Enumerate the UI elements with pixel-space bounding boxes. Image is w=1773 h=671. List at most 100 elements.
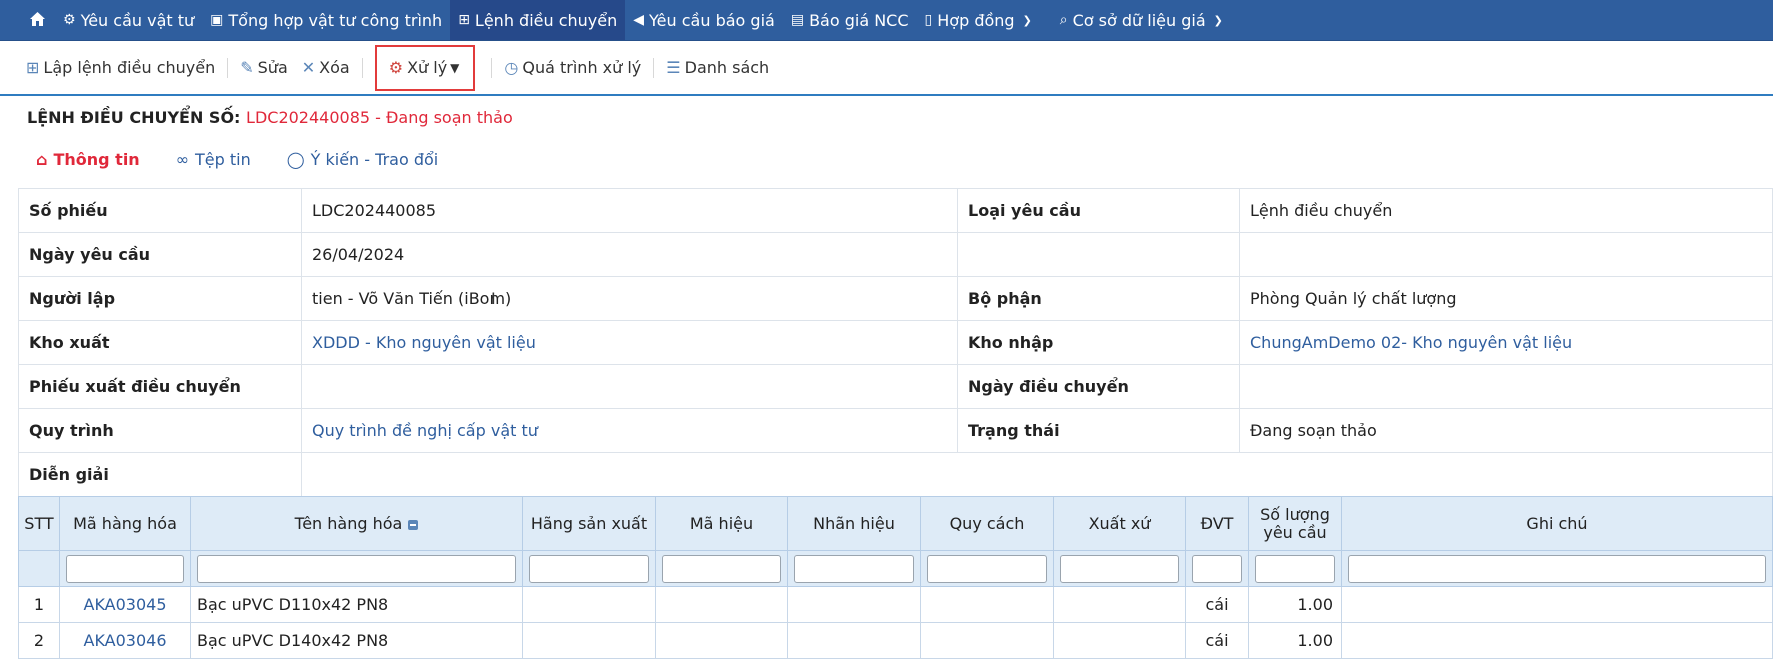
filter-cell xyxy=(1248,550,1342,587)
col-ghi-chu[interactable]: Ghi chú xyxy=(1341,496,1773,551)
tab-files[interactable]: ∞ Tệp tin xyxy=(176,150,251,169)
filter-ma-hieu-input[interactable] xyxy=(662,554,781,583)
nguoi-lap-label: Người lập xyxy=(18,276,302,321)
table-row[interactable]: 1 AKA03045 Bạc uPVC D110x42 PN8 cái 1.00 xyxy=(18,586,1773,623)
ngay-yeu-cau-value: 26/04/2024 xyxy=(301,232,958,277)
col-xuat-xu[interactable]: Xuất xứ xyxy=(1053,496,1186,551)
dien-giai-label: Diễn giải xyxy=(18,452,302,497)
cell-ma-hang-link[interactable]: AKA03045 xyxy=(59,586,191,623)
history-label: Quá trình xử lý xyxy=(522,58,642,77)
filter-ten-hang-input[interactable] xyxy=(197,554,516,583)
col-ma-hieu[interactable]: Mã hiệu xyxy=(655,496,788,551)
filter-dvt-input[interactable] xyxy=(1192,554,1242,583)
quy-trinh-link[interactable]: Quy trình đề nghị cấp vật tư xyxy=(301,408,958,453)
col-so-luong[interactable]: Số lượng yêu cầu xyxy=(1248,496,1342,551)
nav-label: Cơ sở dữ liệu giá xyxy=(1072,10,1206,30)
col-ten-hang-label: Tên hàng hóa xyxy=(294,514,403,533)
tab-comments[interactable]: ◯ Ý kiến - Trao đổi xyxy=(287,150,438,169)
history-button[interactable]: ◷ Quá trình xử lý xyxy=(504,54,641,82)
cell-ten-hang: Bạc uPVC D140x42 PN8 xyxy=(190,622,523,659)
plus-square-icon: ⊞ xyxy=(26,58,40,77)
col-quy-cach[interactable]: Quy cách xyxy=(920,496,1054,551)
nav-co-so-du-lieu-gia[interactable]: ⌕ Cơ sở dữ liệu giá ❯ xyxy=(1040,0,1231,40)
filter-cell xyxy=(920,550,1054,587)
nav-label: Yêu cầu vật tư xyxy=(80,10,195,30)
info-row: Số phiếu LDC202440085 Loại yêu cầu Lệnh … xyxy=(18,188,1773,233)
filter-cell xyxy=(1341,550,1773,587)
sitemap-icon: ⊞ xyxy=(458,12,470,28)
tab-info[interactable]: ⌂ Thông tin xyxy=(36,150,140,169)
filter-row xyxy=(18,550,1773,587)
list-icon: ☰ xyxy=(666,58,681,77)
nav-yeu-cau-vat-tu[interactable]: ⚙ Yêu cầu vật tư xyxy=(55,0,202,40)
filter-nhan-hieu-input[interactable] xyxy=(794,554,914,583)
collapse-icon[interactable] xyxy=(408,519,419,530)
trang-thai-label: Trạng thái xyxy=(957,408,1240,453)
delete-button[interactable]: ✕ Xóa xyxy=(302,54,350,82)
filter-xuat-xu-input[interactable] xyxy=(1060,554,1179,583)
bo-phan-label: Bộ phận xyxy=(957,276,1240,321)
picture-icon: ▣ xyxy=(210,12,224,28)
process-dropdown-button[interactable]: ⚙ Xử lý ▼ xyxy=(374,44,476,91)
cell-ghi-chu xyxy=(1341,622,1773,659)
filter-ghi-chu-input[interactable] xyxy=(1348,554,1766,583)
cell-ma-hieu xyxy=(655,586,788,623)
list-label: Danh sách xyxy=(684,58,770,77)
home-icon xyxy=(30,11,45,30)
search-doc-icon: ⌕ xyxy=(1059,12,1068,28)
filter-quy-cach-input[interactable] xyxy=(927,554,1047,583)
col-hang-sx[interactable]: Hãng sản xuất xyxy=(522,496,656,551)
filter-so-luong-input[interactable] xyxy=(1255,554,1335,583)
table-row[interactable]: 2 AKA03046 Bạc uPVC D140x42 PN8 cái 1.00 xyxy=(18,622,1773,659)
gear-user-icon: ⚙ xyxy=(63,12,76,28)
cell-xuat-xu xyxy=(1053,622,1186,659)
cell-xuat-xu xyxy=(1053,586,1186,623)
filter-ma-hang-input[interactable] xyxy=(66,554,184,583)
list-button[interactable]: ☰ Danh sách xyxy=(666,54,769,82)
kho-nhap-link[interactable]: ChungAmDemo 02- Kho nguyên vật liệu xyxy=(1239,320,1773,365)
divider xyxy=(491,57,493,78)
nav-home[interactable] xyxy=(0,0,55,40)
tab-comments-label: Ý kiến - Trao đổi xyxy=(310,150,439,169)
nav-tong-hop-vat-tu[interactable]: ▣ Tổng hợp vật tư công trình xyxy=(202,0,450,40)
cell-nhan-hieu xyxy=(787,586,921,623)
so-phieu-value: LDC202440085 xyxy=(301,188,958,233)
delete-label: Xóa xyxy=(319,58,350,77)
top-nav: ⚙ Yêu cầu vật tư ▣ Tổng hợp vật tư công … xyxy=(0,0,1773,41)
create-transfer-button[interactable]: ⊞ Lập lệnh điều chuyển xyxy=(26,54,215,82)
cell-ghi-chu xyxy=(1341,586,1773,623)
cell-ma-hang-link[interactable]: AKA03046 xyxy=(59,622,191,659)
loai-yeu-cau-label: Loại yêu cầu xyxy=(957,188,1240,233)
info-row: Người lập tien - Võ Văn Tiến (iBom) Bộ p… xyxy=(18,276,1773,321)
filter-cell xyxy=(59,550,191,587)
header-row: STT Mã hàng hóa Tên hàng hóa Hãng sản xu… xyxy=(18,496,1773,551)
info-row: Kho xuất XDDD - Kho nguyên vật liệu Kho … xyxy=(18,320,1773,365)
phieu-xuat-value xyxy=(301,364,958,409)
link-icon: ∞ xyxy=(175,150,190,169)
nav-yeu-cau-bao-gia[interactable]: ◀ Yêu cầu báo giá xyxy=(625,0,783,40)
divider xyxy=(361,57,363,78)
nav-lenh-dieu-chuyen[interactable]: ⊞ Lệnh điều chuyển xyxy=(450,0,626,40)
kho-xuat-link[interactable]: XDDD - Kho nguyên vật liệu xyxy=(301,320,958,365)
nguoi-lap-value: tien - Võ Văn Tiến (iBom) xyxy=(301,276,958,321)
comment-icon: ◯ xyxy=(286,150,305,169)
col-nhan-hieu[interactable]: Nhãn hiệu xyxy=(787,496,921,551)
col-dvt[interactable]: ĐVT xyxy=(1185,496,1249,551)
nav-hop-dong[interactable]: ▯ Hợp đồng ❯ xyxy=(917,0,1040,40)
cell-stt: 2 xyxy=(18,622,60,659)
cell-ten-hang: Bạc uPVC D110x42 PN8 xyxy=(190,586,523,623)
filter-cell xyxy=(787,550,921,587)
divider xyxy=(653,57,655,78)
kho-nhap-label: Kho nhập xyxy=(957,320,1240,365)
dien-giai-value xyxy=(301,452,1773,497)
nav-bao-gia-ncc[interactable]: ▤ Báo giá NCC xyxy=(783,0,917,40)
cell-dvt: cái xyxy=(1185,586,1249,623)
gears-icon: ⚙ xyxy=(388,58,404,77)
edit-button[interactable]: ✎ Sửa xyxy=(240,54,288,82)
filter-hang-sx-input[interactable] xyxy=(529,554,649,583)
divider xyxy=(227,57,229,78)
col-ten-hang[interactable]: Tên hàng hóa xyxy=(190,496,523,551)
filter-cell xyxy=(1185,550,1249,587)
col-ma-hang[interactable]: Mã hàng hóa xyxy=(59,496,191,551)
kho-xuat-label: Kho xuất xyxy=(18,320,302,365)
